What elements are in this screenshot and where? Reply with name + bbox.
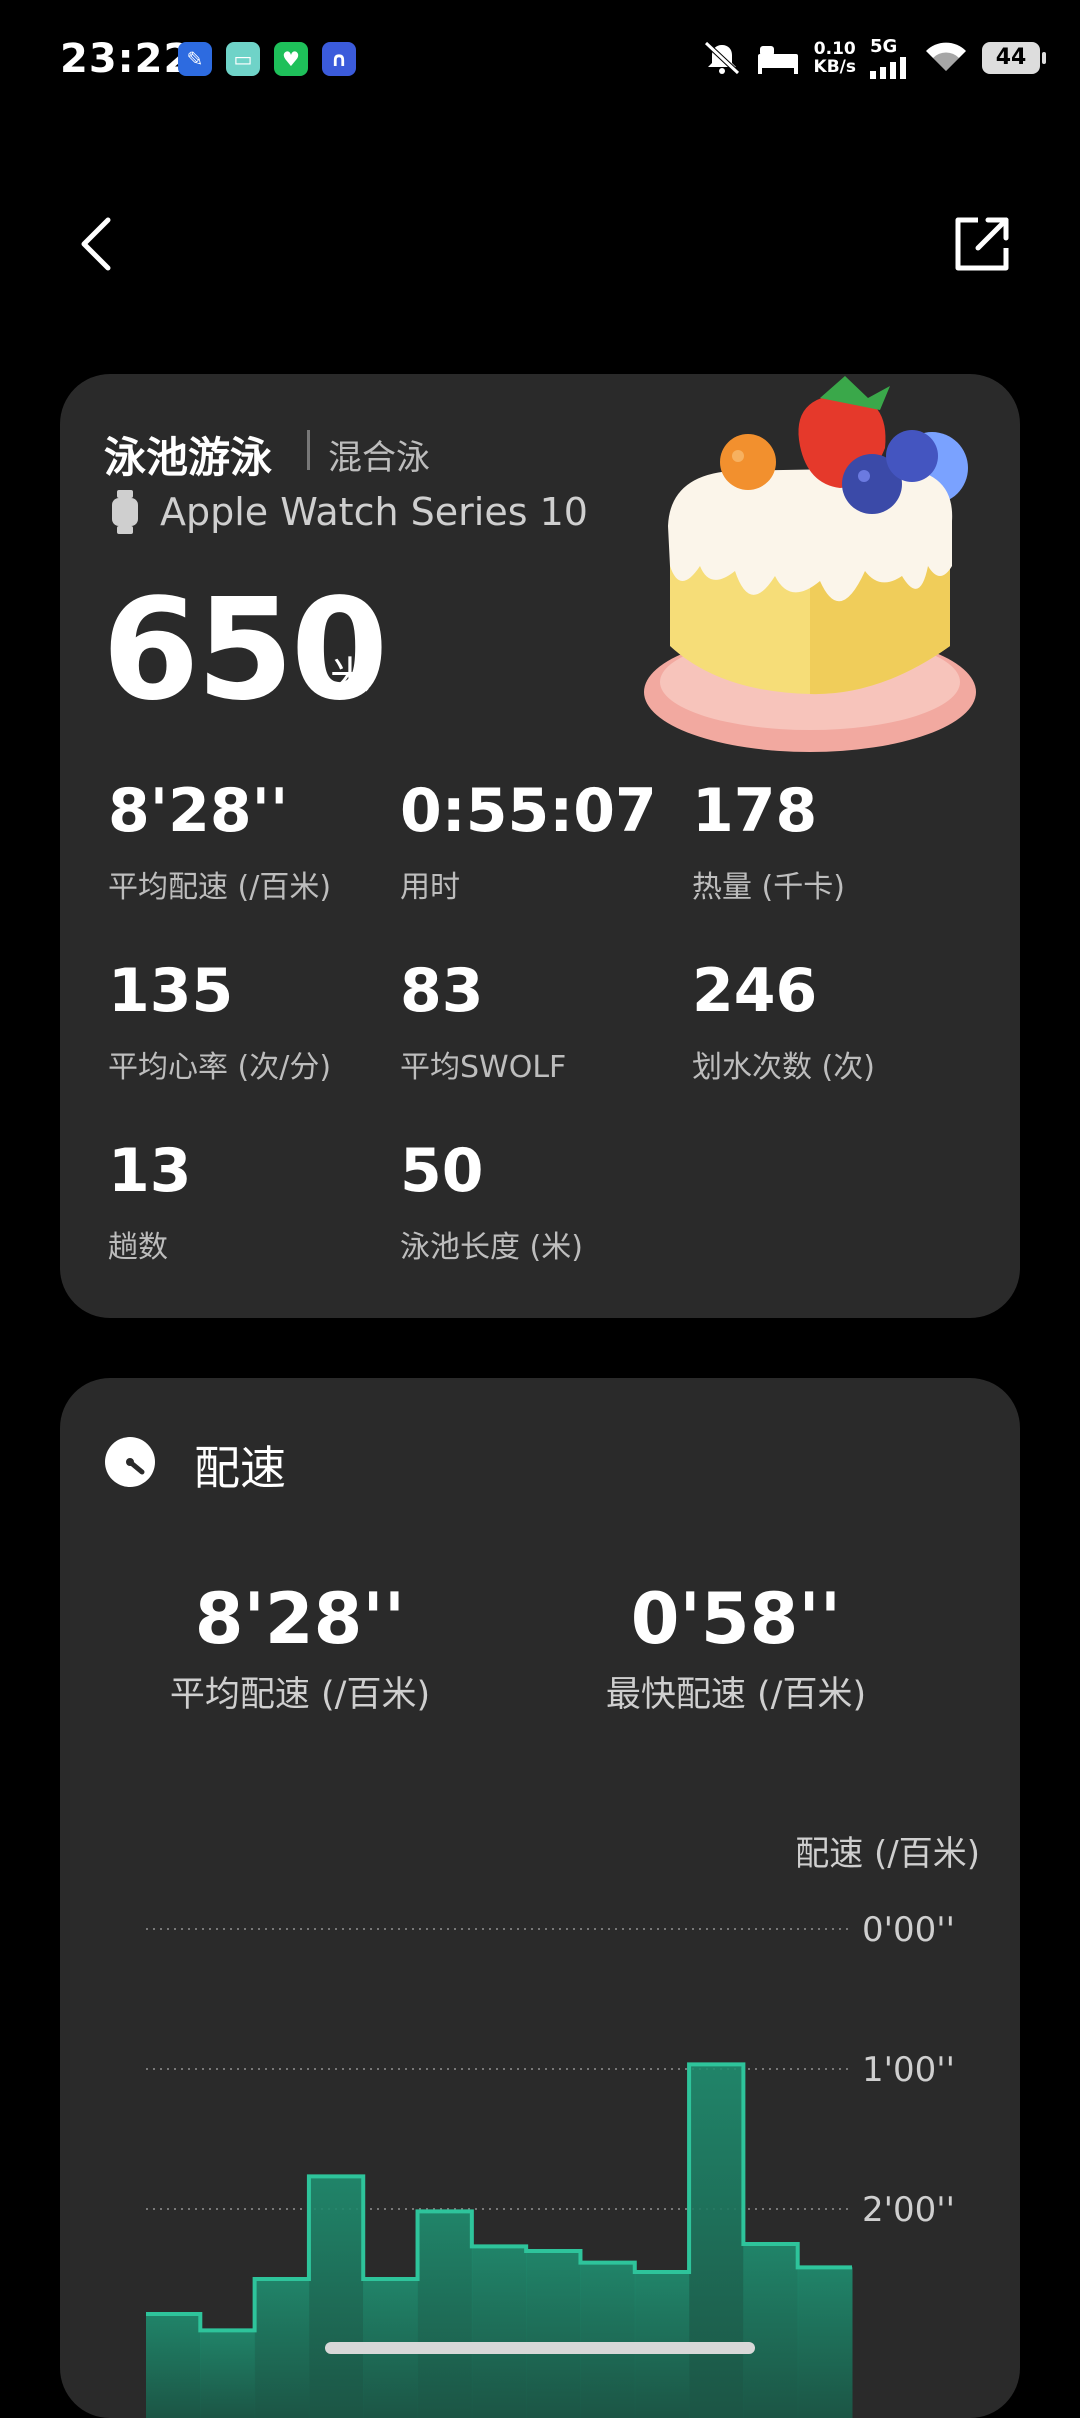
app-notification-icon: ✎ xyxy=(178,42,212,76)
pace-card: 配速 8'28'' 平均配速 (/百米) 0'58'' 最快配速 (/百米) 配… xyxy=(60,1378,1020,2418)
status-bar: 23:22 ✎ ▭ ♥ ∩ 0.10 KB/s 5G 44 xyxy=(0,0,1080,120)
back-arrow-icon[interactable] xyxy=(72,214,120,274)
watch-icon xyxy=(112,490,138,534)
pace-bar xyxy=(580,2262,636,2418)
battery-icon: 44 xyxy=(982,41,1046,74)
workout-summary-card: 泳池游泳 混合泳 Apple Watch Series 10 650 米 8'2… xyxy=(60,374,1020,1318)
pace-bar xyxy=(200,2330,256,2418)
mute-bell-icon xyxy=(703,40,740,75)
stat-swolf: 83 平均SWOLF xyxy=(400,956,567,1085)
stat-calories: 178 热量 (千卡) xyxy=(692,776,845,905)
signal-bars-icon xyxy=(870,57,906,79)
stat-strokes: 246 划水次数 (次) xyxy=(692,956,875,1085)
pace-bar xyxy=(689,2064,744,2418)
home-indicator[interactable] xyxy=(325,2342,755,2354)
wifi-icon xyxy=(926,42,966,71)
y-tick-label: 2'00'' xyxy=(862,2190,955,2230)
pace-chart: 0'00'' 1'00'' 2'00'' xyxy=(146,1910,955,2418)
status-right: 0.10 KB/s 5G 44 xyxy=(702,36,1046,79)
pace-bar xyxy=(254,2279,310,2418)
stat-laps: 13 趟数 xyxy=(108,1136,192,1265)
app-notification-icon: ∩ xyxy=(322,42,356,76)
sleep-mode-icon xyxy=(757,45,798,74)
title-divider xyxy=(307,430,310,470)
notification-icons: ✎ ▭ ♥ ∩ xyxy=(178,42,356,76)
y-tick-label: 0'00'' xyxy=(862,1910,955,1950)
stroke-type: 混合泳 xyxy=(328,438,430,478)
pace-bar xyxy=(308,2176,364,2418)
status-time: 23:22 xyxy=(60,36,193,82)
workout-title: 泳池游泳 xyxy=(104,433,273,482)
app-notification-icon: ♥ xyxy=(274,42,308,76)
pace-bar xyxy=(417,2211,473,2418)
cake-sticker-image xyxy=(644,376,976,752)
device-row: Apple Watch Series 10 xyxy=(110,490,588,534)
pace-bar xyxy=(526,2251,581,2418)
app-notification-icon: ▭ xyxy=(226,42,260,76)
cell-signal: 5G xyxy=(870,36,910,79)
pace-bar xyxy=(743,2244,799,2418)
stat-heart-rate: 135 平均心率 (次/分) xyxy=(108,956,332,1085)
y-tick-label: 1'00'' xyxy=(862,2050,955,2090)
stat-pool-length: 50 泳池长度 (米) xyxy=(400,1136,583,1265)
network-rate: 0.10 KB/s xyxy=(813,38,856,77)
stat-avg-pace: 8'28'' 平均配速 (/百米) xyxy=(108,776,332,905)
pace-bar xyxy=(797,2267,853,2418)
stat-duration: 0:55:07 用时 xyxy=(400,776,657,905)
share-icon[interactable] xyxy=(950,212,1014,276)
pace-bar xyxy=(471,2246,527,2418)
device-name: Apple Watch Series 10 xyxy=(160,490,588,534)
pace-bar xyxy=(146,2314,201,2418)
distance-unit: 米 xyxy=(330,654,370,700)
